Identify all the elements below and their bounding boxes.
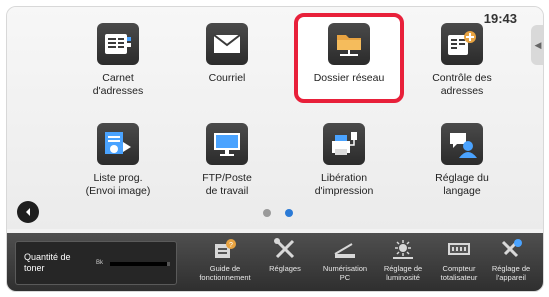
back-button[interactable] — [17, 201, 39, 223]
pc-scan-icon — [331, 237, 359, 261]
side-tab-arrow-icon: ◀ — [534, 39, 542, 50]
toner-color-label: Bk — [96, 260, 104, 266]
page-dot-2[interactable] — [285, 209, 293, 217]
quick-access-dock: Quantité de toner Bk ? Guide de fonction… — [7, 233, 543, 291]
dock-label: Numérisation PC — [322, 264, 368, 282]
app-reglage-langage[interactable]: Réglage du langage — [407, 113, 517, 203]
guide-icon: ? — [211, 237, 239, 261]
dock-label: Réglage de l'appareil — [491, 264, 531, 282]
dock-label: Réglages — [269, 264, 301, 273]
dock-guide[interactable]: ? Guide de fonctionnement — [197, 237, 253, 291]
address-check-icon — [441, 23, 483, 65]
control-panel-screen: 19:43 ◀ Carnet d'adresses Courriel Dossi… — [6, 6, 544, 292]
settings-tools-icon — [271, 237, 299, 261]
app-label: Carnet d'adresses — [92, 72, 144, 97]
brightness-icon — [389, 237, 417, 261]
dock-label: Guide de fonctionnement — [199, 264, 251, 282]
app-label: Réglage du langage — [435, 172, 489, 197]
page-dot-1[interactable] — [263, 209, 271, 217]
app-dossier-reseau[interactable]: Dossier réseau — [294, 13, 404, 103]
toner-level-fill — [110, 262, 167, 266]
page-indicator — [263, 209, 293, 217]
device-settings-icon — [497, 237, 525, 261]
dock-luminosite[interactable]: Réglage de luminosité — [375, 237, 431, 291]
ftp-desktop-icon — [206, 123, 248, 165]
app-label: Courriel — [208, 72, 246, 84]
counter-icon — [445, 237, 473, 261]
svg-text:?: ? — [229, 242, 233, 249]
app-label: Liste prog. (Envoi image) — [85, 172, 151, 197]
dock-compteur[interactable]: Compteur totalisateur — [431, 237, 487, 291]
dock-label: Compteur totalisateur — [440, 264, 478, 282]
print-release-icon — [323, 123, 365, 165]
network-folder-icon — [328, 23, 370, 65]
app-liste-prog[interactable]: Liste prog. (Envoi image) — [63, 113, 173, 203]
app-carnet-adresses[interactable]: Carnet d'adresses — [63, 13, 173, 103]
address-book-icon — [97, 23, 139, 65]
mail-icon — [206, 23, 248, 65]
dock-label: Réglage de luminosité — [383, 264, 423, 282]
app-courriel[interactable]: Courriel — [172, 13, 282, 103]
chevron-left-icon — [26, 208, 30, 216]
program-list-icon — [97, 123, 139, 165]
home-screen: 19:43 ◀ Carnet d'adresses Courriel Dossi… — [7, 7, 543, 229]
app-label: Libération d'impression — [314, 172, 374, 197]
toner-label: Quantité de toner — [24, 252, 71, 273]
language-icon — [441, 123, 483, 165]
app-ftp-poste[interactable]: FTP/Poste de travail — [172, 113, 282, 203]
side-panel-tab[interactable]: ◀ — [531, 25, 543, 65]
dock-reglages[interactable]: Réglages — [257, 237, 313, 291]
dock-reglage-appareil[interactable]: Réglage de l'appareil — [483, 237, 539, 291]
toner-status: Quantité de toner Bk — [15, 241, 177, 285]
dock-numerisation-pc[interactable]: Numérisation PC — [317, 237, 373, 291]
app-label: FTP/Poste de travail — [202, 172, 252, 197]
app-liberation-impression[interactable]: Libération d'impression — [289, 113, 399, 203]
app-label: Dossier réseau — [313, 72, 385, 84]
toner-level-bar — [110, 262, 170, 266]
app-controle-adresses[interactable]: Contrôle des adresses — [407, 13, 517, 103]
app-label: Contrôle des adresses — [432, 72, 492, 97]
